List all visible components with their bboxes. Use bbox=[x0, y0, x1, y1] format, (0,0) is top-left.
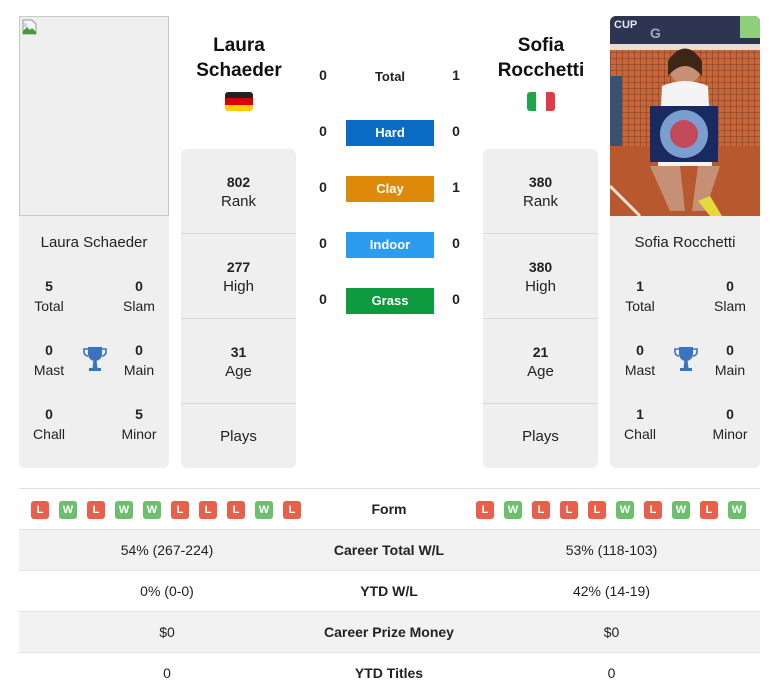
player1-high: 277 High bbox=[223, 258, 254, 295]
form-badge-loss[interactable]: L bbox=[171, 501, 189, 519]
h2h-total-label: Total bbox=[374, 69, 406, 84]
player1-value: 0 bbox=[163, 665, 171, 681]
player2-full-name[interactable]: Sofia Rocchetti bbox=[610, 234, 760, 251]
player2-form-badges: LWLLLWLWLW bbox=[476, 501, 746, 519]
player2-titles-card: Sofia Rocchetti 1 Total 0 Slam 0 Mast 0 Main… bbox=[610, 216, 760, 468]
form-badge-win[interactable]: W bbox=[616, 501, 634, 519]
h2h-indoor-p1: 0 bbox=[319, 235, 327, 251]
flag-germany-icon bbox=[225, 92, 253, 111]
h2h-hard-p2: 0 bbox=[452, 123, 460, 139]
form-badge-win[interactable]: W bbox=[728, 501, 746, 519]
player2-photo: CUP G bbox=[610, 16, 760, 216]
player2-age: 21 Age bbox=[527, 343, 554, 380]
form-badge-loss[interactable]: L bbox=[644, 501, 662, 519]
player1-value: $0 bbox=[159, 624, 175, 640]
form-badge-loss[interactable]: L bbox=[283, 501, 301, 519]
form-label: Form bbox=[371, 501, 407, 517]
player2-slam-titles: 0 Slam bbox=[714, 278, 746, 314]
table-row-ytd-wl: 0% (0-0) YTD W/L 42% (14-19) bbox=[19, 570, 760, 611]
player2-value: $0 bbox=[603, 624, 620, 640]
player2-plays: Plays bbox=[522, 427, 559, 445]
row-label: YTD Titles bbox=[354, 665, 424, 681]
player2-main-titles: 0 Main bbox=[714, 342, 746, 378]
h2h-clay-p2: 1 bbox=[452, 179, 460, 195]
form-badge-loss[interactable]: L bbox=[87, 501, 105, 519]
player1-titles-card: Laura Schaeder 5 Total 0 Slam 0 Mast 0 Main … bbox=[19, 216, 169, 468]
broken-image-icon bbox=[22, 19, 37, 35]
form-badge-loss[interactable]: L bbox=[476, 501, 494, 519]
h2h-clay-p1: 0 bbox=[319, 179, 327, 195]
player2-rank: 380 Rank bbox=[522, 173, 559, 210]
player2-name[interactable]: Sofia Rocchetti bbox=[483, 33, 599, 83]
player1-plays: Plays bbox=[220, 427, 257, 445]
player1-rank: 802 Rank bbox=[220, 173, 257, 210]
trophy-icon bbox=[674, 347, 698, 371]
table-row-ytd-titles: 0 YTD Titles 0 bbox=[19, 652, 760, 693]
player2-chall-titles: 1 Chall bbox=[624, 406, 656, 442]
player1-mast-titles: 0 Mast bbox=[33, 342, 65, 378]
form-row: LWLWWLLLWL Form LWLLLWLWLW bbox=[19, 488, 760, 529]
player1-total-titles: 5 Total bbox=[34, 278, 64, 314]
h2h-total-p1: 0 bbox=[319, 67, 327, 83]
form-badge-win[interactable]: W bbox=[143, 501, 161, 519]
player1-name[interactable]: Laura Schaeder bbox=[181, 33, 297, 83]
table-row-career-prize-money: $0 Career Prize Money $0 bbox=[19, 611, 760, 652]
player1-age: 31 Age bbox=[225, 343, 252, 380]
h2h-grass-p2: 0 bbox=[452, 291, 460, 307]
player1-main-titles: 0 Main bbox=[123, 342, 155, 378]
form-badge-win[interactable]: W bbox=[672, 501, 690, 519]
h2h-hard-p1: 0 bbox=[319, 123, 327, 139]
player2-value: 42% (14-19) bbox=[572, 583, 651, 599]
surface-grass-button[interactable]: Grass bbox=[346, 288, 434, 314]
form-badge-win[interactable]: W bbox=[504, 501, 522, 519]
trophy-icon bbox=[83, 347, 107, 371]
flag-italy-icon bbox=[527, 92, 555, 111]
player2-high: 380 High bbox=[525, 258, 556, 295]
svg-text:G: G bbox=[650, 25, 661, 41]
h2h-total-p2: 1 bbox=[452, 67, 460, 83]
surface-indoor-button[interactable]: Indoor bbox=[346, 232, 434, 258]
player-photo-image: CUP G bbox=[610, 16, 760, 216]
h2h-grass-p1: 0 bbox=[319, 291, 327, 307]
player1-slam-titles: 0 Slam bbox=[123, 278, 155, 314]
player1-value: 54% (267-224) bbox=[120, 542, 214, 558]
form-badge-loss[interactable]: L bbox=[31, 501, 49, 519]
form-badge-loss[interactable]: L bbox=[700, 501, 718, 519]
player2-minor-titles: 0 Minor bbox=[712, 406, 748, 442]
form-badge-loss[interactable]: L bbox=[588, 501, 606, 519]
row-label: Career Prize Money bbox=[324, 624, 454, 640]
surface-hard-button[interactable]: Hard bbox=[346, 120, 434, 146]
player1-value: 0% (0-0) bbox=[140, 583, 194, 599]
form-badge-loss[interactable]: L bbox=[199, 501, 217, 519]
player1-full-name[interactable]: Laura Schaeder bbox=[19, 234, 169, 251]
row-label: Career Total W/L bbox=[333, 542, 445, 558]
form-badge-win[interactable]: W bbox=[115, 501, 133, 519]
h2h-indoor-p2: 0 bbox=[452, 235, 460, 251]
form-badge-loss[interactable]: L bbox=[560, 501, 578, 519]
surface-clay-button[interactable]: Clay bbox=[346, 176, 434, 202]
form-badge-win[interactable]: W bbox=[255, 501, 273, 519]
player1-minor-titles: 5 Minor bbox=[121, 406, 157, 442]
form-badge-loss[interactable]: L bbox=[227, 501, 245, 519]
player2-mast-titles: 0 Mast bbox=[624, 342, 656, 378]
player2-ranking-card: 380 Rank 380 High 21 Age Plays bbox=[483, 149, 598, 468]
form-badge-loss[interactable]: L bbox=[532, 501, 550, 519]
player1-form-badges: LWLWWLLLWL bbox=[31, 501, 301, 519]
player1-chall-titles: 0 Chall bbox=[33, 406, 65, 442]
player2-value: 53% (118-103) bbox=[565, 542, 658, 558]
player2-value: 0 bbox=[607, 665, 616, 681]
player1-ranking-card: 802 Rank 277 High 31 Age Plays bbox=[181, 149, 296, 468]
player2-total-titles: 1 Total bbox=[625, 278, 655, 314]
svg-text:CUP: CUP bbox=[614, 19, 637, 31]
player1-photo bbox=[19, 16, 169, 216]
table-row-career-total-wl: 54% (267-224) Career Total W/L 53% (118-… bbox=[19, 529, 760, 570]
row-label: YTD W/L bbox=[360, 583, 418, 599]
form-badge-win[interactable]: W bbox=[59, 501, 77, 519]
